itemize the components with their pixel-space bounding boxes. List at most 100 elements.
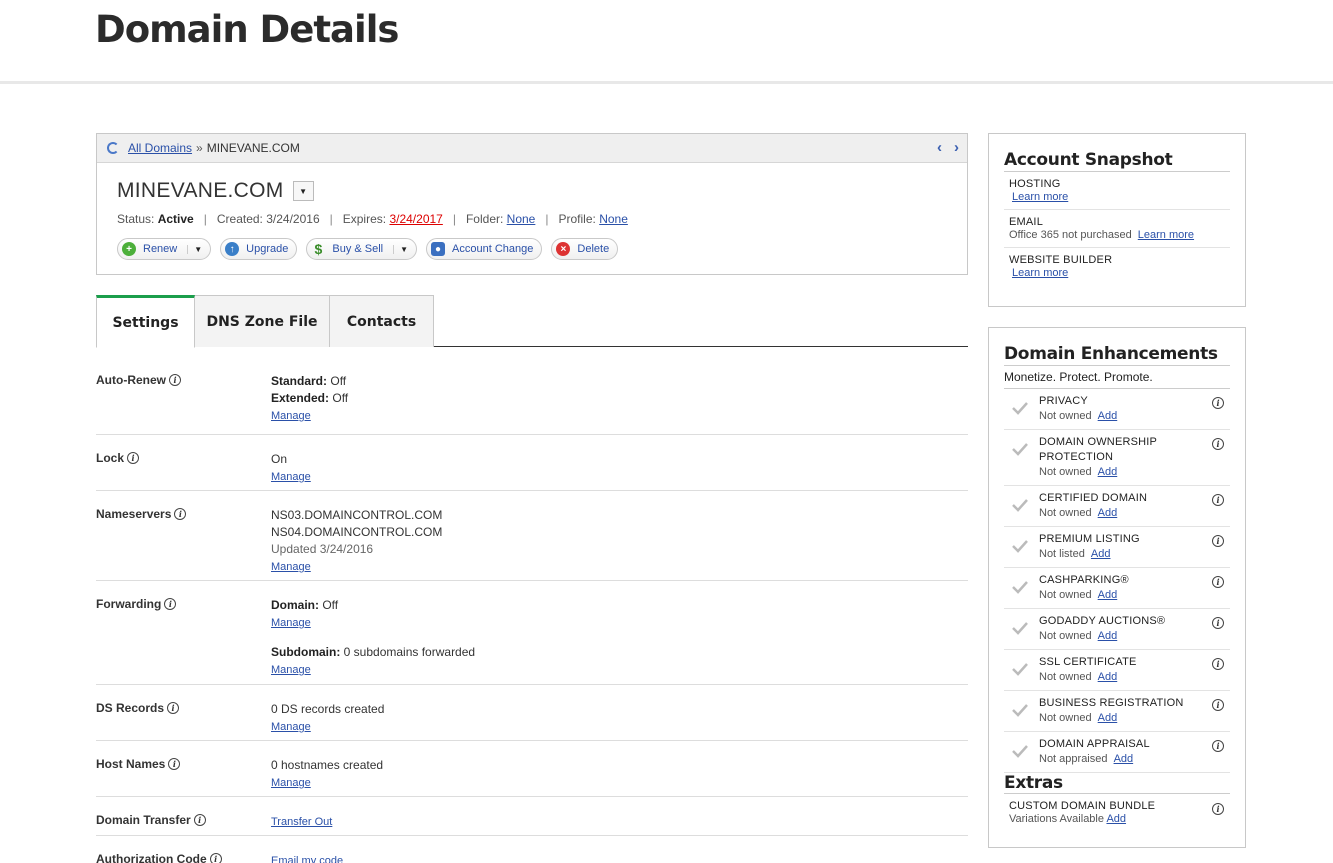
website-builder-learn-more-link[interactable]: Learn more [1012, 267, 1068, 279]
all-domains-link[interactable]: All Domains [128, 141, 192, 155]
upgrade-button-label: Upgrade [246, 243, 289, 255]
info-icon[interactable]: i [1212, 803, 1224, 815]
tab-contacts[interactable]: Contacts [330, 295, 434, 347]
tab-settings[interactable]: Settings [96, 295, 195, 348]
info-icon[interactable]: i [1212, 699, 1224, 711]
email-learn-more-link[interactable]: Learn more [1138, 229, 1194, 241]
info-icon[interactable]: i [127, 452, 140, 464]
info-icon[interactable]: i [164, 598, 177, 610]
info-icon[interactable]: i [169, 374, 181, 386]
info-icon[interactable]: i [1212, 617, 1224, 629]
chevron-down-icon[interactable]: ▼ [187, 244, 202, 254]
renew-button[interactable]: + Renew ▼ [117, 238, 212, 260]
manage-host-names-link[interactable]: Manage [271, 774, 383, 792]
refresh-icon[interactable] [107, 142, 119, 154]
manage-forwarding-domain-link[interactable]: Manage [271, 614, 475, 632]
account-change-button[interactable]: ● Account Change [426, 238, 543, 260]
check-icon [1012, 622, 1028, 635]
forwarding-subdomain-value: 0 subdomains forwarded [343, 645, 476, 659]
standard-value: Off [330, 374, 347, 388]
enhancement-add-link[interactable]: Add [1114, 753, 1134, 765]
email-status: Office 365 not purchased [1009, 229, 1132, 241]
folder-label: Folder: [465, 212, 504, 226]
domain-dropdown-toggle[interactable]: ▼ [292, 181, 314, 201]
info-icon[interactable]: i [209, 853, 222, 863]
check-icon [1012, 745, 1028, 758]
enhancement-item: SSL CERTIFICATE Not owned Add i [1004, 650, 1230, 691]
enhancement-add-link[interactable]: Add [1098, 589, 1118, 601]
info-icon[interactable]: i [168, 758, 181, 770]
setting-label: Forwarding i [96, 597, 177, 611]
renew-button-label: Renew [143, 243, 178, 255]
tab-dns-zone-file[interactable]: DNS Zone File [195, 295, 330, 347]
manage-forwarding-subdomain-link[interactable]: Manage [271, 661, 475, 679]
setting-label: Nameservers i [96, 507, 187, 521]
ds-records-value: 0 DS records created [271, 702, 385, 716]
setting-label: Host Names i [96, 757, 181, 771]
info-icon[interactable]: i [1212, 438, 1224, 450]
hosting-learn-more-link[interactable]: Learn more [1012, 191, 1068, 203]
user-icon: ● [431, 242, 446, 256]
profile-link[interactable]: None [599, 212, 628, 226]
setting-row-host-names: Host Names i 0 hostnames created Manage [96, 741, 968, 797]
enhancement-add-link[interactable]: Add [1098, 712, 1118, 724]
page-title: Domain Details [95, 8, 399, 51]
enhancement-item: CASHPARKING® Not owned Add i [1004, 568, 1230, 609]
forwarding-domain-label: Domain: [271, 598, 319, 612]
setting-value: Email my code [271, 852, 343, 863]
profile-label: Profile: [558, 212, 596, 226]
info-icon[interactable]: i [174, 508, 187, 520]
info-icon[interactable]: i [1212, 576, 1224, 588]
authorization-code-label: Authorization Code [96, 852, 207, 863]
enhancement-add-link[interactable]: Add [1091, 548, 1111, 560]
enhancement-item: DOMAIN APPRAISAL Not appraised Add i [1004, 732, 1230, 773]
enhancement-add-link[interactable]: Add [1098, 671, 1118, 683]
enhancement-heading: CASHPARKING® [1039, 574, 1129, 586]
extra-add-link[interactable]: Add [1106, 813, 1126, 825]
enhancement-add-link[interactable]: Add [1098, 507, 1118, 519]
buy-sell-button[interactable]: $ Buy & Sell ▼ [306, 238, 418, 260]
enhancements-list: PRIVACY Not owned Add i DOMAIN OWNERSHIP PR… [989, 389, 1245, 773]
email-my-code-link[interactable]: Email my code [271, 852, 343, 863]
info-icon[interactable]: i [1212, 658, 1224, 670]
host-names-label: Host Names [96, 757, 166, 771]
info-icon[interactable]: i [1212, 740, 1224, 752]
account-change-button-label: Account Change [452, 243, 534, 255]
chevron-down-icon[interactable]: ▼ [393, 244, 408, 254]
delete-button[interactable]: × Delete [551, 238, 619, 260]
manage-nameservers-link[interactable]: Manage [271, 558, 442, 576]
enhancement-add-link[interactable]: Add [1098, 466, 1118, 478]
info-icon[interactable]: i [1212, 494, 1224, 506]
check-icon [1012, 540, 1028, 553]
setting-value: Domain: Off Manage Subdomain: 0 subdomai… [271, 597, 475, 679]
prev-domain-icon[interactable]: ‹ [937, 139, 942, 156]
info-icon[interactable]: i [193, 814, 206, 826]
domain-name: MINEVANE.COM [117, 179, 284, 202]
manage-lock-link[interactable]: Manage [271, 468, 311, 486]
expires-link[interactable]: 3/24/2017 [389, 212, 442, 226]
info-icon[interactable]: i [167, 702, 180, 714]
enhancement-add-link[interactable]: Add [1098, 630, 1118, 642]
info-icon[interactable]: i [1212, 397, 1224, 409]
manage-auto-renew-link[interactable]: Manage [271, 407, 348, 425]
folder-link[interactable]: None [507, 212, 536, 226]
upgrade-button[interactable]: ↑ Upgrade [220, 238, 298, 260]
enhancement-heading: BUSINESS REGISTRATION [1039, 697, 1184, 709]
check-icon [1012, 443, 1028, 456]
next-domain-icon[interactable]: › [954, 139, 959, 156]
check-icon [1012, 402, 1028, 415]
enhancement-item: GODADDY AUCTIONS® Not owned Add i [1004, 609, 1230, 650]
extra-status: Variations Available [1009, 813, 1104, 825]
breadcrumb: All Domains » MINEVANE.COM ‹ › [97, 134, 967, 163]
enhancements-tagline: Monetize. Protect. Promote. [1004, 370, 1230, 389]
info-icon[interactable]: i [1212, 535, 1224, 547]
enhancement-status: Not listed [1039, 548, 1085, 560]
enhancement-add-link[interactable]: Add [1098, 410, 1118, 422]
transfer-out-link[interactable]: Transfer Out [271, 813, 332, 831]
check-icon [1012, 663, 1028, 676]
manage-ds-records-link[interactable]: Manage [271, 718, 384, 736]
host-names-value: 0 hostnames created [271, 758, 384, 772]
enhancement-status: Not owned [1039, 466, 1092, 478]
check-icon [1012, 499, 1028, 512]
enhancement-heading: GODADDY AUCTIONS® [1039, 615, 1166, 627]
